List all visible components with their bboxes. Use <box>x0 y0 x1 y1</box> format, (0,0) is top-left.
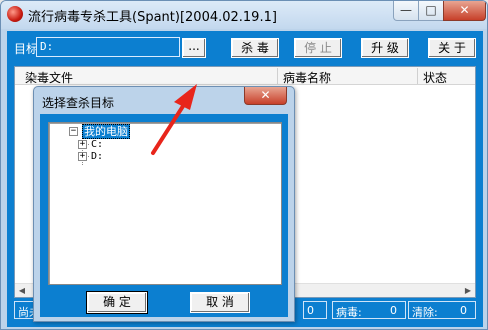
ok-button[interactable]: 确 定 <box>86 291 148 314</box>
tree-item-drive-c[interactable]: C: <box>91 139 103 151</box>
expand-icon[interactable]: + <box>78 152 87 161</box>
column-status[interactable]: 状态 <box>423 69 447 86</box>
select-target-dialog: 选择查杀目标 ✕ − 我的电脑 + C: + D: 确 定 取 消 <box>33 86 295 322</box>
minimize-button[interactable]: — <box>393 1 419 21</box>
upgrade-button[interactable]: 升 级 <box>361 38 409 58</box>
window-title: 流行病毒专杀工具(Spant)[2004.02.19.1] <box>28 10 277 25</box>
dialog-title: 选择查杀目标 <box>42 96 115 110</box>
stop-button[interactable]: 停 止 <box>294 38 342 58</box>
dialog-close-button[interactable]: ✕ <box>244 87 287 105</box>
tree-item-drive-d[interactable]: D: <box>91 151 103 163</box>
tree-item-label: 我的电脑 <box>82 124 130 139</box>
browse-button[interactable]: ... <box>182 38 206 58</box>
scan-count: 0 <box>303 301 327 319</box>
kill-button[interactable]: 杀 毒 <box>231 38 279 58</box>
column-infected-file[interactable]: 染毒文件 <box>25 69 73 86</box>
drive-tree[interactable]: − 我的电脑 + C: + D: <box>48 122 282 285</box>
close-button[interactable]: ✕ <box>443 1 486 21</box>
scroll-left-icon[interactable]: ◀ <box>15 284 29 297</box>
scroll-right-icon[interactable]: ▶ <box>461 284 475 297</box>
app-icon <box>7 6 23 22</box>
target-label: 目标 <box>14 42 39 56</box>
scan-count-value: 0 <box>307 304 314 317</box>
cleaned-count: 0 <box>460 304 467 317</box>
dialog-body: − 我的电脑 + C: + D: 确 定 取 消 <box>40 114 288 317</box>
collapse-icon[interactable]: − <box>69 127 78 136</box>
title-bar[interactable]: 流行病毒专杀工具(Spant)[2004.02.19.1] — □ ✕ <box>1 1 487 29</box>
list-header: 染毒文件 病毒名称 状态 <box>15 67 475 85</box>
tree-item-my-computer[interactable]: 我的电脑 <box>82 124 130 139</box>
cancel-button[interactable]: 取 消 <box>190 292 250 313</box>
cleaned-label: 清除: <box>412 306 438 319</box>
virus-label: 病毒: <box>336 306 362 319</box>
maximize-button[interactable]: □ <box>418 1 444 21</box>
cleaned-count-box: 清除: 0 <box>408 301 476 319</box>
column-divider[interactable] <box>417 68 418 84</box>
expand-icon[interactable]: + <box>78 140 87 149</box>
column-virus-name[interactable]: 病毒名称 <box>283 69 331 86</box>
column-divider[interactable] <box>277 68 278 84</box>
virus-count: 0 <box>390 304 397 317</box>
about-button[interactable]: 关 于 <box>428 38 476 58</box>
target-input[interactable]: D: <box>36 37 180 57</box>
virus-count-box: 病毒: 0 <box>332 301 406 319</box>
